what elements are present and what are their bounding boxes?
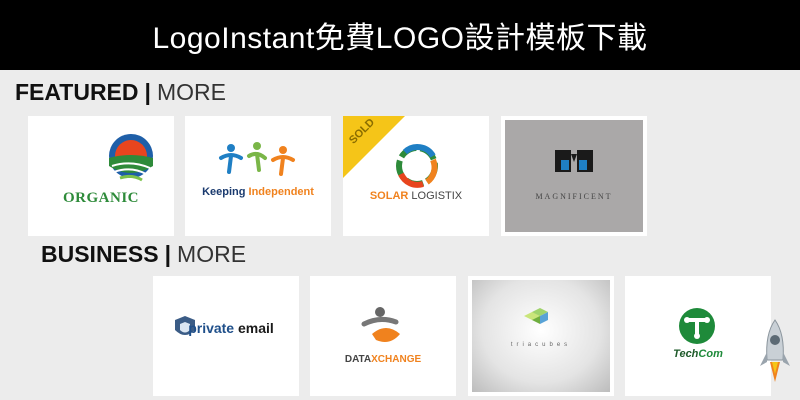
t-circle-icon <box>679 308 715 344</box>
page-title: LogoInstant免費LOGO設計模板下載 <box>152 22 648 55</box>
techcom-word-2: Com <box>698 348 723 360</box>
shield-icon <box>175 316 195 335</box>
triacubes-logo-name: triacubes <box>510 342 572 348</box>
keeping-independent-word-2: Independent <box>248 186 314 198</box>
person-swoosh-icon <box>361 307 400 342</box>
private-email-logo-name: private email <box>171 320 291 336</box>
business-logo-card-techcom[interactable]: TechCom <box>625 276 771 396</box>
business-logo-card-dataxchange[interactable]: DATAXCHANGE <box>310 276 456 396</box>
cubes-icon <box>524 308 548 324</box>
rocket-icon[interactable] <box>758 318 792 388</box>
featured-more-link[interactable]: MORE <box>157 79 226 105</box>
solar-logistix-word-1: SOLAR <box>369 190 409 202</box>
featured-logo-card-magnificent[interactable]: MAGNIFICENT <box>501 116 647 236</box>
keeping-independent-word-1: Keeping <box>202 186 246 198</box>
people-figures-icon <box>219 142 295 176</box>
featured-logo-card-organic[interactable]: ORGANIC <box>28 116 174 236</box>
business-more-link[interactable]: MORE <box>177 241 246 267</box>
featured-heading: FEATURED | MORE <box>15 79 226 106</box>
dataxchange-word-2: XCHANGE <box>371 354 422 365</box>
dataxchange-logo-name: DATAXCHANGE <box>310 354 456 365</box>
private-email-word-1: private <box>188 320 235 336</box>
mirror-book-icon <box>555 150 593 172</box>
keeping-independent-logo-name: Keeping Independent <box>185 186 331 198</box>
business-title: BUSINESS <box>41 241 159 267</box>
techcom-word-1: Tech <box>673 348 699 360</box>
featured-title: FEATURED <box>15 79 139 105</box>
solar-logistix-word-2: LOGISTIX <box>411 190 463 202</box>
solar-logistix-logo-name: SOLAR LOGISTIX <box>343 190 489 202</box>
business-logo-card-triacubes[interactable]: triacubes <box>468 276 614 396</box>
private-email-word-2: email <box>238 320 274 336</box>
page-title-bar: LogoInstant免費LOGO設計模板下載 <box>0 0 800 70</box>
organic-logo-name: ORGANIC <box>62 190 139 206</box>
organic-sun-field-icon <box>109 134 153 182</box>
business-heading: BUSINESS | MORE <box>41 241 246 268</box>
featured-separator: | <box>144 79 151 105</box>
featured-logo-card-keeping-independent[interactable]: Keeping Independent <box>185 116 331 236</box>
magnificent-logo-name: MAGNIFICENT <box>535 192 613 201</box>
business-logo-card-private-email[interactable]: private email <box>153 276 299 396</box>
featured-logo-card-solar-logistix[interactable]: SOLD SOLAR LOGISTIX <box>343 116 489 236</box>
business-separator: | <box>164 241 172 267</box>
dataxchange-word-1: DATA <box>344 354 372 365</box>
techcom-logo-name: TechCom <box>625 348 771 360</box>
